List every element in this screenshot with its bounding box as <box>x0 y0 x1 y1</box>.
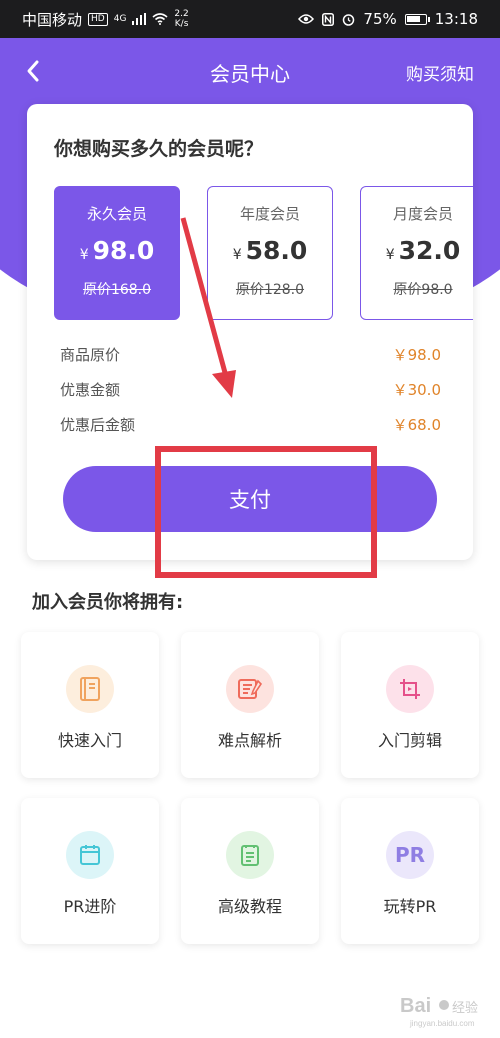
benefit-label: 高级教程 <box>217 897 282 916</box>
summary-value: ￥68.0 <box>392 416 441 434</box>
baidu-watermark: Bai 经验 jingyan.baidu.com <box>400 990 480 1030</box>
calendar-icon <box>66 831 114 879</box>
benefit-tile-advanced[interactable]: PR进阶 <box>21 798 159 944</box>
notebook-icon <box>66 665 114 713</box>
plan-price-value: 98.0 <box>92 236 155 265</box>
network-speed: 2.2 K/s <box>174 9 188 29</box>
benefit-label: 入门剪辑 <box>377 731 442 750</box>
nav-bar: 会员中心 购买须知 <box>0 38 500 104</box>
watermark-url: jingyan.baidu.com <box>409 1019 475 1028</box>
original-price-value: 168.0 <box>110 282 152 298</box>
clock: 13:18 <box>434 10 478 28</box>
eye-icon <box>298 14 315 24</box>
benefit-tile-quick-start[interactable]: 快速入门 <box>21 632 159 778</box>
alarm-icon <box>343 13 355 26</box>
signal-icon <box>132 13 147 25</box>
purchase-notice-link[interactable]: 购买须知 <box>406 60 474 85</box>
plan-price-value: 32.0 <box>398 236 461 265</box>
benefit-tile-master-pr[interactable]: PR 玩转PR <box>341 798 479 944</box>
carrier-name: 中国移动 <box>22 10 83 29</box>
original-price-label: 原价 <box>393 282 422 298</box>
price-summary: 商品原价 ￥98.0 优惠金额 ￥30.0 优惠后金额 ￥68.0 <box>60 344 441 449</box>
summary-value: ￥30.0 <box>392 381 441 399</box>
plan-option-monthly[interactable]: 月度会员 ¥32.0 原价98.0 <box>360 186 473 320</box>
original-price-value: 128.0 <box>263 282 305 298</box>
currency-symbol: ¥ <box>385 247 395 263</box>
plan-price: ¥98.0 <box>55 236 179 265</box>
plan-original-price: 原价98.0 <box>361 279 473 299</box>
summary-label: 商品原价 <box>60 346 121 364</box>
original-price-label: 原价 <box>235 282 264 298</box>
plan-price: ¥58.0 <box>208 236 332 265</box>
original-price-label: 原价 <box>82 282 111 298</box>
benefits-title: 加入会员你将拥有: <box>32 592 184 613</box>
plan-original-price: 原价168.0 <box>55 279 179 299</box>
benefit-label: PR进阶 <box>63 897 117 916</box>
watermark-brand: Bai <box>400 995 431 1017</box>
network-type: 4G <box>113 14 127 24</box>
plan-original-price: 原价128.0 <box>208 279 332 299</box>
plan-name: 年度会员 <box>239 205 300 223</box>
status-bar: 中国移动 HD 4G 2.2 K/s 75% 13:18 <box>0 0 500 38</box>
pr-logo-icon: PR <box>386 831 434 879</box>
benefit-tile-key-points[interactable]: 难点解析 <box>181 632 319 778</box>
plan-name: 永久会员 <box>86 205 147 223</box>
currency-symbol: ¥ <box>232 247 242 263</box>
list-document-icon <box>226 831 274 879</box>
battery-percent: 75% <box>363 10 397 28</box>
currency-symbol: ¥ <box>79 247 89 263</box>
benefit-tile-editing[interactable]: 入门剪辑 <box>341 632 479 778</box>
battery-icon <box>404 13 430 25</box>
benefit-label: 难点解析 <box>217 731 282 750</box>
plan-price: ¥32.0 <box>361 236 473 265</box>
crop-icon <box>386 665 434 713</box>
plan-price-value: 58.0 <box>245 236 308 265</box>
summary-row-discount: 优惠金额 ￥30.0 <box>60 379 441 414</box>
network-speed-unit: K/s <box>174 19 189 29</box>
original-price-value: 98.0 <box>421 282 453 298</box>
benefit-label: 快速入门 <box>57 731 122 750</box>
nfc-icon <box>322 12 335 26</box>
benefit-label: 玩转PR <box>383 897 437 916</box>
battery-fill <box>406 15 420 22</box>
watermark-sub: 经验 <box>452 1000 478 1016</box>
summary-row-original: 商品原价 ￥98.0 <box>60 344 441 379</box>
annotation-highlight-box <box>155 446 377 578</box>
plan-name: 月度会员 <box>392 205 453 223</box>
wifi-icon <box>152 13 168 25</box>
summary-label: 优惠金额 <box>60 381 121 399</box>
plan-selector: 永久会员 ¥98.0 原价168.0 年度会员 ¥58.0 原价128.0 月度… <box>54 186 473 322</box>
hd-badge: HD <box>88 12 108 26</box>
summary-row-final: 优惠后金额 ￥68.0 <box>60 414 441 449</box>
document-edit-icon <box>226 665 274 713</box>
summary-value: ￥98.0 <box>392 346 441 364</box>
summary-label: 优惠后金额 <box>60 416 136 434</box>
plan-option-lifetime[interactable]: 永久会员 ¥98.0 原价168.0 <box>54 186 180 320</box>
benefit-tile-pro-tutorial[interactable]: 高级教程 <box>181 798 319 944</box>
plan-option-yearly[interactable]: 年度会员 ¥58.0 原价128.0 <box>207 186 333 320</box>
plan-question: 你想购买多久的会员呢？ <box>54 138 264 160</box>
network-speed-value: 2.2 <box>174 9 189 19</box>
